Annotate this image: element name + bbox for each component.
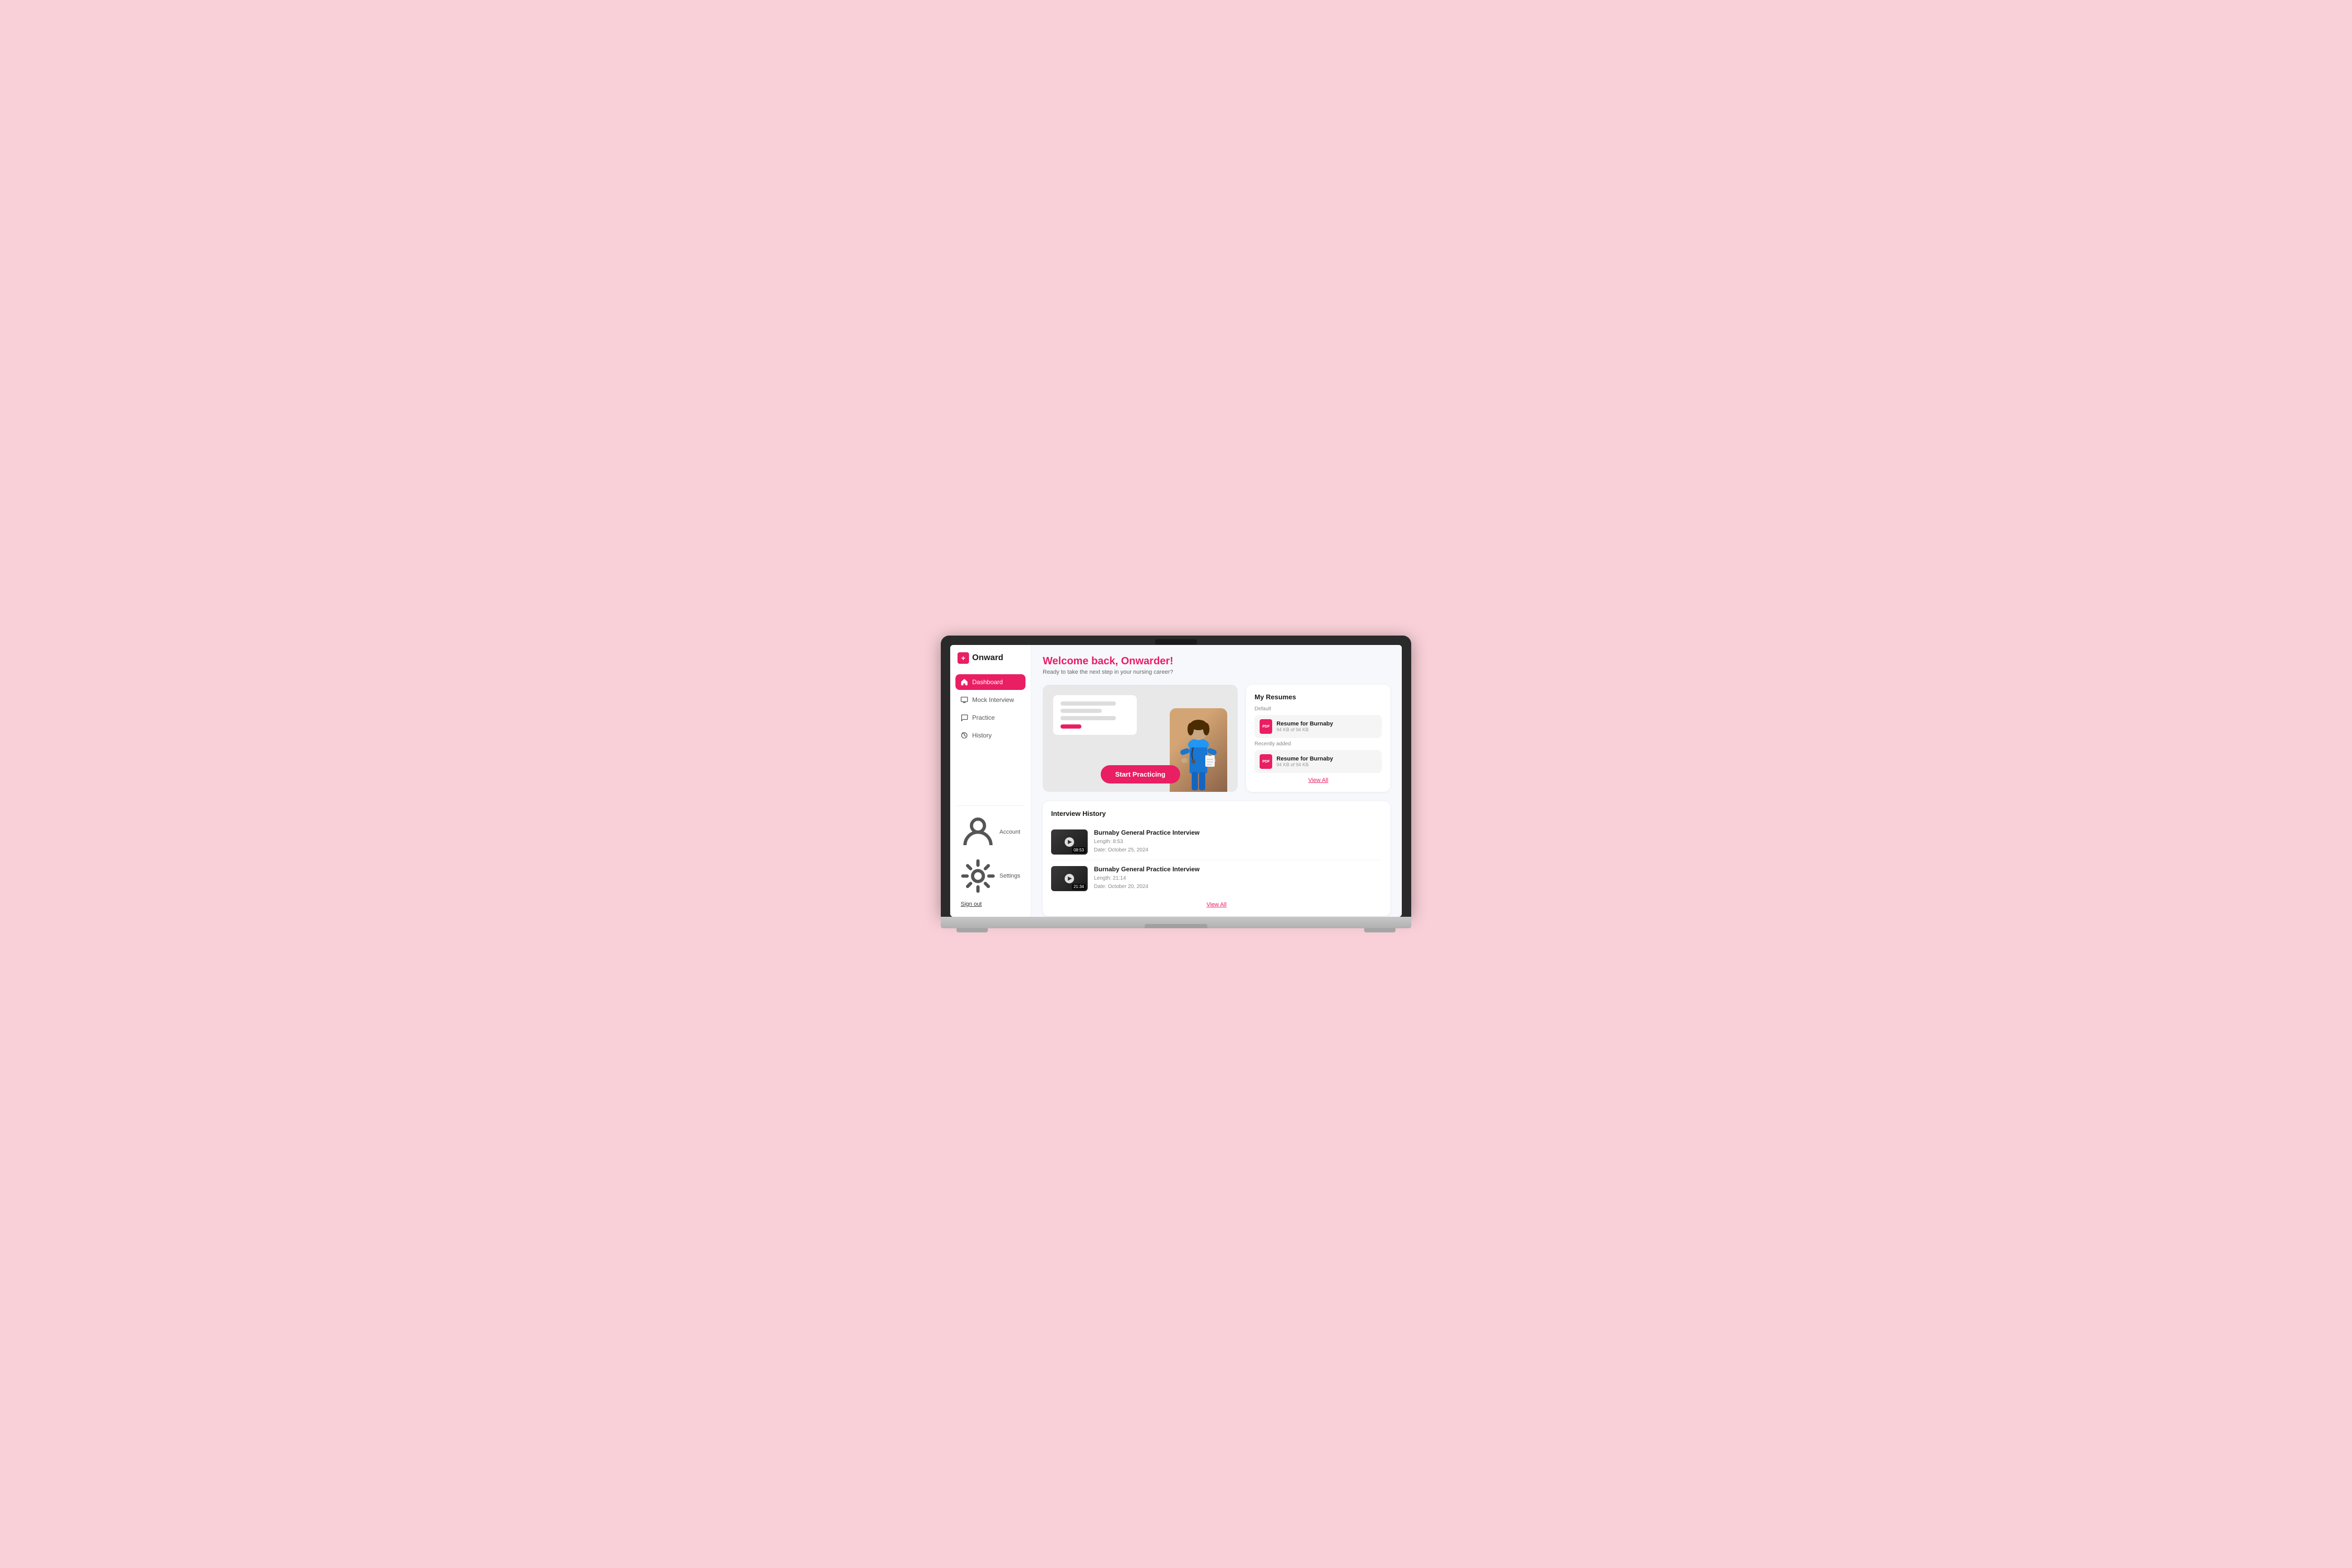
resume-item-recent[interactable]: PDF Resume for Burnaby 94 KB of 94 KB <box>1254 750 1382 773</box>
welcome-subtitle: Ready to take the next step in your nurs… <box>1043 669 1390 675</box>
play-icon-2 <box>1065 874 1074 883</box>
hero-row: Start Practicing My Resumes Default PDF <box>1043 685 1390 792</box>
laptop-base <box>941 917 1411 928</box>
chat-icon <box>961 714 968 721</box>
resume-size-2: 94 KB of 94 KB <box>1276 762 1333 767</box>
user-icon <box>961 815 995 849</box>
pdf-icon-2: PDF <box>1260 754 1272 769</box>
sidebar-item-dashboard[interactable]: Dashboard <box>955 674 1025 690</box>
resume-default-label: Default <box>1254 706 1382 712</box>
history-icon <box>961 732 968 739</box>
mock-ui-preview <box>1053 695 1137 735</box>
sidebar-item-settings[interactable]: Settings <box>955 855 1025 897</box>
welcome-section: Welcome back, Onwarder! Ready to take th… <box>1043 655 1390 675</box>
video-thumbnail-1: 08:53 <box>1051 829 1088 855</box>
interview-history-section: Interview History 08:53 <box>1043 801 1390 916</box>
resume-recent-label: Recently added <box>1254 741 1382 747</box>
resume-size-1: 94 KB of 94 KB <box>1276 727 1333 732</box>
signout-link[interactable]: Sign out <box>955 899 1025 909</box>
sidebar-item-practice[interactable]: Practice <box>955 710 1025 725</box>
resume-name-2: Resume for Burnaby <box>1276 756 1333 762</box>
pdf-icon-1: PDF <box>1260 719 1272 734</box>
history-item-title-1: Burnaby General Practice Interview <box>1094 829 1200 836</box>
play-icon-1 <box>1065 837 1074 847</box>
logo-cross-icon: + <box>958 652 969 664</box>
laptop-foot-right <box>1364 928 1396 932</box>
history-item-2[interactable]: 21:34 Burnaby General Practice Interview… <box>1051 860 1382 896</box>
resume-item-default[interactable]: PDF Resume for Burnaby 94 KB of 94 KB <box>1254 715 1382 738</box>
laptop-notch <box>1145 924 1207 928</box>
video-thumbnail-2: 21:34 <box>1051 866 1088 891</box>
hero-card: Start Practicing <box>1043 685 1238 792</box>
history-item-1[interactable]: 08:53 Burnaby General Practice Interview… <box>1051 824 1382 860</box>
home-icon <box>961 678 968 686</box>
welcome-title: Welcome back, Onwarder! <box>1043 655 1390 667</box>
sidebar-item-history[interactable]: History <box>955 728 1025 743</box>
video-duration-2: 21:34 <box>1072 884 1086 890</box>
mock-line-3 <box>1060 716 1116 720</box>
sidebar-item-account[interactable]: Account <box>955 811 1025 853</box>
nav-menu: Dashboard Mock Interview <box>955 674 1025 805</box>
mock-button-preview <box>1060 724 1081 729</box>
resume-card-title: My Resumes <box>1254 693 1382 701</box>
resume-name-1: Resume for Burnaby <box>1276 721 1333 727</box>
main-content: Welcome back, Onwarder! Ready to take th… <box>1031 645 1402 917</box>
history-title: Interview History <box>1051 810 1382 817</box>
logo-text: Onward <box>972 653 1004 663</box>
history-view-all-link[interactable]: View All <box>1051 902 1382 908</box>
history-item-title-2: Burnaby General Practice Interview <box>1094 866 1200 873</box>
camera-notch <box>1155 639 1197 644</box>
sidebar-bottom: Account Settings Sign out <box>955 805 1025 910</box>
resume-view-all-link[interactable]: View All <box>1254 777 1382 783</box>
mock-line-1 <box>1060 701 1116 706</box>
history-item-meta-2: Length: 21:14 Date: October 20, 2024 <box>1094 874 1200 891</box>
mock-line-2 <box>1060 709 1102 713</box>
video-duration-1: 08:53 <box>1072 847 1086 853</box>
play-triangle-1 <box>1068 840 1072 844</box>
gear-icon <box>961 859 995 893</box>
start-practicing-button[interactable]: Start Practicing <box>1101 765 1180 783</box>
resume-card: My Resumes Default PDF Resume for Burnab… <box>1246 685 1390 792</box>
sidebar: + Onward Dashboard <box>950 645 1031 917</box>
history-item-meta-1: Length: 8:53 Date: October 25, 2024 <box>1094 838 1200 855</box>
nurse-svg <box>1175 713 1222 792</box>
monitor-icon <box>961 696 968 704</box>
sidebar-item-mock-interview[interactable]: Mock Interview <box>955 692 1025 708</box>
logo: + Onward <box>955 652 1025 664</box>
laptop-foot-left <box>956 928 988 932</box>
laptop-feet <box>941 928 1411 932</box>
play-triangle-2 <box>1068 877 1072 881</box>
